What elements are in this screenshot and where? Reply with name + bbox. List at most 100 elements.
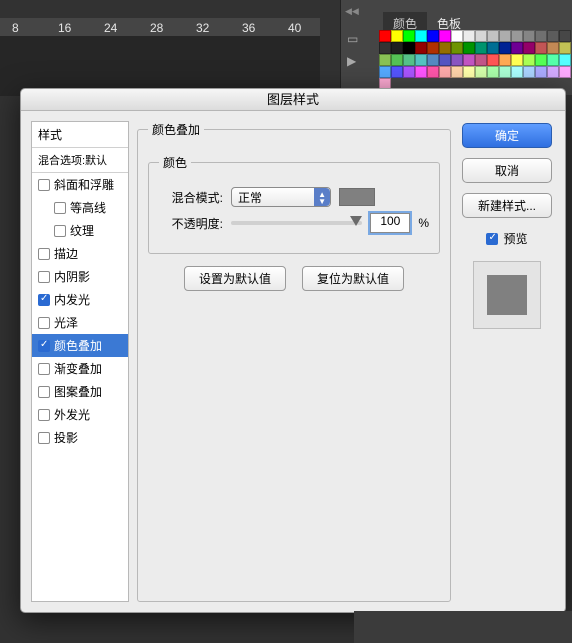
checkbox-inner-glow[interactable]	[38, 294, 50, 306]
swatch-cell[interactable]	[475, 54, 487, 66]
style-texture[interactable]: 纹理	[32, 219, 128, 242]
swatch-cell[interactable]	[403, 30, 415, 42]
style-pattern-overlay[interactable]: 图案叠加	[32, 380, 128, 403]
swatch-cell[interactable]	[523, 66, 535, 78]
swatch-cell[interactable]	[379, 42, 391, 54]
swatch-cell[interactable]	[499, 42, 511, 54]
swatch-cell[interactable]	[547, 66, 559, 78]
swatch-cell[interactable]	[403, 54, 415, 66]
swatch-cell[interactable]	[499, 66, 511, 78]
swatch-cell[interactable]	[523, 30, 535, 42]
swatch-cell[interactable]	[499, 30, 511, 42]
swatch-cell[interactable]	[451, 54, 463, 66]
styles-header[interactable]: 样式	[32, 122, 128, 148]
blend-options-item[interactable]: 混合选项:默认	[32, 148, 128, 173]
blend-mode-select[interactable]: 正常 ▲▼	[231, 187, 331, 207]
swatch-cell[interactable]	[523, 54, 535, 66]
swatch-cell[interactable]	[415, 42, 427, 54]
checkbox-stroke[interactable]	[38, 248, 50, 260]
swatch-cell[interactable]	[451, 30, 463, 42]
swatch-cell[interactable]	[511, 66, 523, 78]
swatch-cell[interactable]	[559, 66, 571, 78]
swatch-cell[interactable]	[487, 54, 499, 66]
ok-button[interactable]: 确定	[462, 123, 552, 148]
opacity-slider[interactable]	[231, 221, 362, 225]
swatch-cell[interactable]	[475, 66, 487, 78]
reset-default-button[interactable]: 复位为默认值	[302, 266, 404, 291]
swatch-cell[interactable]	[547, 42, 559, 54]
swatch-cell[interactable]	[391, 54, 403, 66]
style-color-overlay[interactable]: 颜色叠加	[32, 334, 128, 357]
checkbox-satin[interactable]	[38, 317, 50, 329]
opacity-input[interactable]: 100	[370, 213, 410, 233]
swatch-cell[interactable]	[403, 42, 415, 54]
swatch-cell[interactable]	[511, 42, 523, 54]
swatch-cell[interactable]	[463, 30, 475, 42]
style-bevel[interactable]: 斜面和浮雕	[32, 173, 128, 196]
swatch-cell[interactable]	[487, 30, 499, 42]
swatch-cell[interactable]	[379, 66, 391, 78]
panel-play-icon[interactable]: ▶	[347, 54, 367, 66]
checkbox-preview[interactable]	[486, 233, 498, 245]
slider-thumb-icon[interactable]	[350, 216, 362, 226]
swatch-cell[interactable]	[439, 66, 451, 78]
swatch-cell[interactable]	[439, 30, 451, 42]
swatch-cell[interactable]	[523, 42, 535, 54]
swatch-cell[interactable]	[511, 30, 523, 42]
overlay-color-swatch[interactable]	[339, 188, 375, 206]
checkbox-gradient-overlay[interactable]	[38, 363, 50, 375]
swatch-cell[interactable]	[451, 66, 463, 78]
swatch-cell[interactable]	[379, 54, 391, 66]
swatch-cell[interactable]	[439, 54, 451, 66]
checkbox-inner-shadow[interactable]	[38, 271, 50, 283]
checkbox-color-overlay[interactable]	[38, 340, 50, 352]
style-drop-shadow[interactable]: 投影	[32, 426, 128, 449]
swatch-cell[interactable]	[379, 30, 391, 42]
style-gradient-overlay[interactable]: 渐变叠加	[32, 357, 128, 380]
checkbox-pattern-overlay[interactable]	[38, 386, 50, 398]
swatch-cell[interactable]	[391, 30, 403, 42]
swatch-cell[interactable]	[559, 54, 571, 66]
swatch-cell[interactable]	[439, 42, 451, 54]
swatch-cell[interactable]	[403, 66, 415, 78]
swatch-cell[interactable]	[511, 54, 523, 66]
swatch-cell[interactable]	[475, 42, 487, 54]
style-stroke[interactable]: 描边	[32, 242, 128, 265]
style-inner-shadow[interactable]: 内阴影	[32, 265, 128, 288]
swatch-cell[interactable]	[463, 42, 475, 54]
style-satin[interactable]: 光泽	[32, 311, 128, 334]
style-outer-glow[interactable]: 外发光	[32, 403, 128, 426]
set-default-button[interactable]: 设置为默认值	[184, 266, 286, 291]
new-style-button[interactable]: 新建样式...	[462, 193, 552, 218]
swatch-cell[interactable]	[451, 42, 463, 54]
swatch-cell[interactable]	[547, 54, 559, 66]
checkbox-outer-glow[interactable]	[38, 409, 50, 421]
swatch-cell[interactable]	[475, 30, 487, 42]
style-inner-glow[interactable]: 内发光	[32, 288, 128, 311]
canvas-area[interactable]	[0, 36, 320, 96]
swatch-cell[interactable]	[547, 30, 559, 42]
swatch-cell[interactable]	[427, 30, 439, 42]
cancel-button[interactable]: 取消	[462, 158, 552, 183]
swatch-cell[interactable]	[427, 54, 439, 66]
swatch-cell[interactable]	[463, 66, 475, 78]
swatch-cell[interactable]	[427, 42, 439, 54]
swatch-cell[interactable]	[535, 54, 547, 66]
checkbox-texture[interactable]	[54, 225, 66, 237]
style-contour[interactable]: 等高线	[32, 196, 128, 219]
preview-toggle[interactable]: 预览	[486, 230, 527, 247]
checkbox-drop-shadow[interactable]	[38, 432, 50, 444]
swatch-cell[interactable]	[535, 42, 547, 54]
checkbox-contour[interactable]	[54, 202, 66, 214]
swatch-cell[interactable]	[391, 66, 403, 78]
swatch-cell[interactable]	[559, 42, 571, 54]
swatch-cell[interactable]	[499, 54, 511, 66]
swatch-cell[interactable]	[391, 42, 403, 54]
swatch-cell[interactable]	[415, 54, 427, 66]
checkbox-bevel[interactable]	[38, 179, 50, 191]
swatch-cell[interactable]	[535, 30, 547, 42]
swatch-cell[interactable]	[559, 30, 571, 42]
swatch-grid[interactable]	[379, 30, 571, 92]
swatch-cell[interactable]	[487, 66, 499, 78]
swatch-cell[interactable]	[427, 66, 439, 78]
